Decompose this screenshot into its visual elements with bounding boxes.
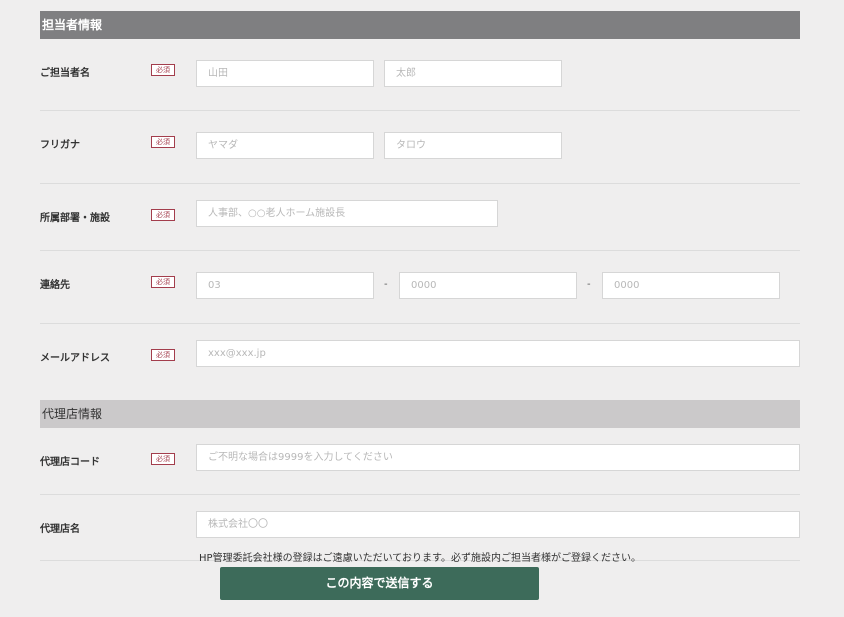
first-name-input[interactable]: 太郎 <box>384 60 562 87</box>
form-row-agency-code: 代理店コード 必須 ご不明な場合は9999を入力してください <box>40 428 800 495</box>
required-badge: 必須 <box>151 136 175 148</box>
agency-name-input[interactable]: 株式会社〇〇 <box>196 511 800 538</box>
agency-code-input[interactable]: ご不明な場合は9999を入力してください <box>196 444 800 471</box>
first-name-kana-input[interactable]: タロウ <box>384 132 562 159</box>
field-label-phone: 連絡先 <box>40 280 70 291</box>
field-label-name: ご担当者名 <box>40 68 90 79</box>
required-badge: 必須 <box>151 276 175 288</box>
field-label-department: 所属部署・施設 <box>40 213 110 224</box>
form-row-name: ご担当者名 必須 山田 太郎 <box>40 39 800 111</box>
last-name-input[interactable]: 山田 <box>196 60 374 87</box>
phone-part2-input[interactable]: 0000 <box>399 272 577 299</box>
submit-button[interactable]: この内容で送信する <box>220 567 539 600</box>
section-header-agency: 代理店情報 <box>40 400 800 428</box>
required-badge: 必須 <box>151 209 175 221</box>
form-row-email: メールアドレス 必須 xxx@xxx.jp <box>40 324 800 400</box>
department-input[interactable]: 人事部、○○老人ホーム施設長 <box>196 200 498 227</box>
phone-separator: - <box>384 279 388 290</box>
field-label-email: メールアドレス <box>40 353 110 364</box>
required-badge: 必須 <box>151 349 175 361</box>
form-container: 担当者情報 ご担当者名 必須 山田 太郎 フリガナ 必須 ヤマダ タロウ 所属部… <box>40 11 800 561</box>
email-input[interactable]: xxx@xxx.jp <box>196 340 800 367</box>
phone-part3-input[interactable]: 0000 <box>602 272 780 299</box>
field-label-agency-name: 代理店名 <box>40 524 80 535</box>
field-label-furigana: フリガナ <box>40 140 80 151</box>
registration-note: HP管理委託会社様の登録はご遠慮いただいております。必ず施設内ご担当者様がご登録… <box>199 553 641 564</box>
form-row-department: 所属部署・施設 必須 人事部、○○老人ホーム施設長 <box>40 184 800 251</box>
phone-separator: - <box>587 279 591 290</box>
last-name-kana-input[interactable]: ヤマダ <box>196 132 374 159</box>
form-row-phone: 連絡先 必須 03 - 0000 - 0000 <box>40 251 800 324</box>
section-header-contact: 担当者情報 <box>40 11 800 39</box>
required-badge: 必須 <box>151 453 175 465</box>
field-label-agency-code: 代理店コード <box>40 457 100 468</box>
phone-part1-input[interactable]: 03 <box>196 272 374 299</box>
form-row-furigana: フリガナ 必須 ヤマダ タロウ <box>40 111 800 184</box>
required-badge: 必須 <box>151 64 175 76</box>
